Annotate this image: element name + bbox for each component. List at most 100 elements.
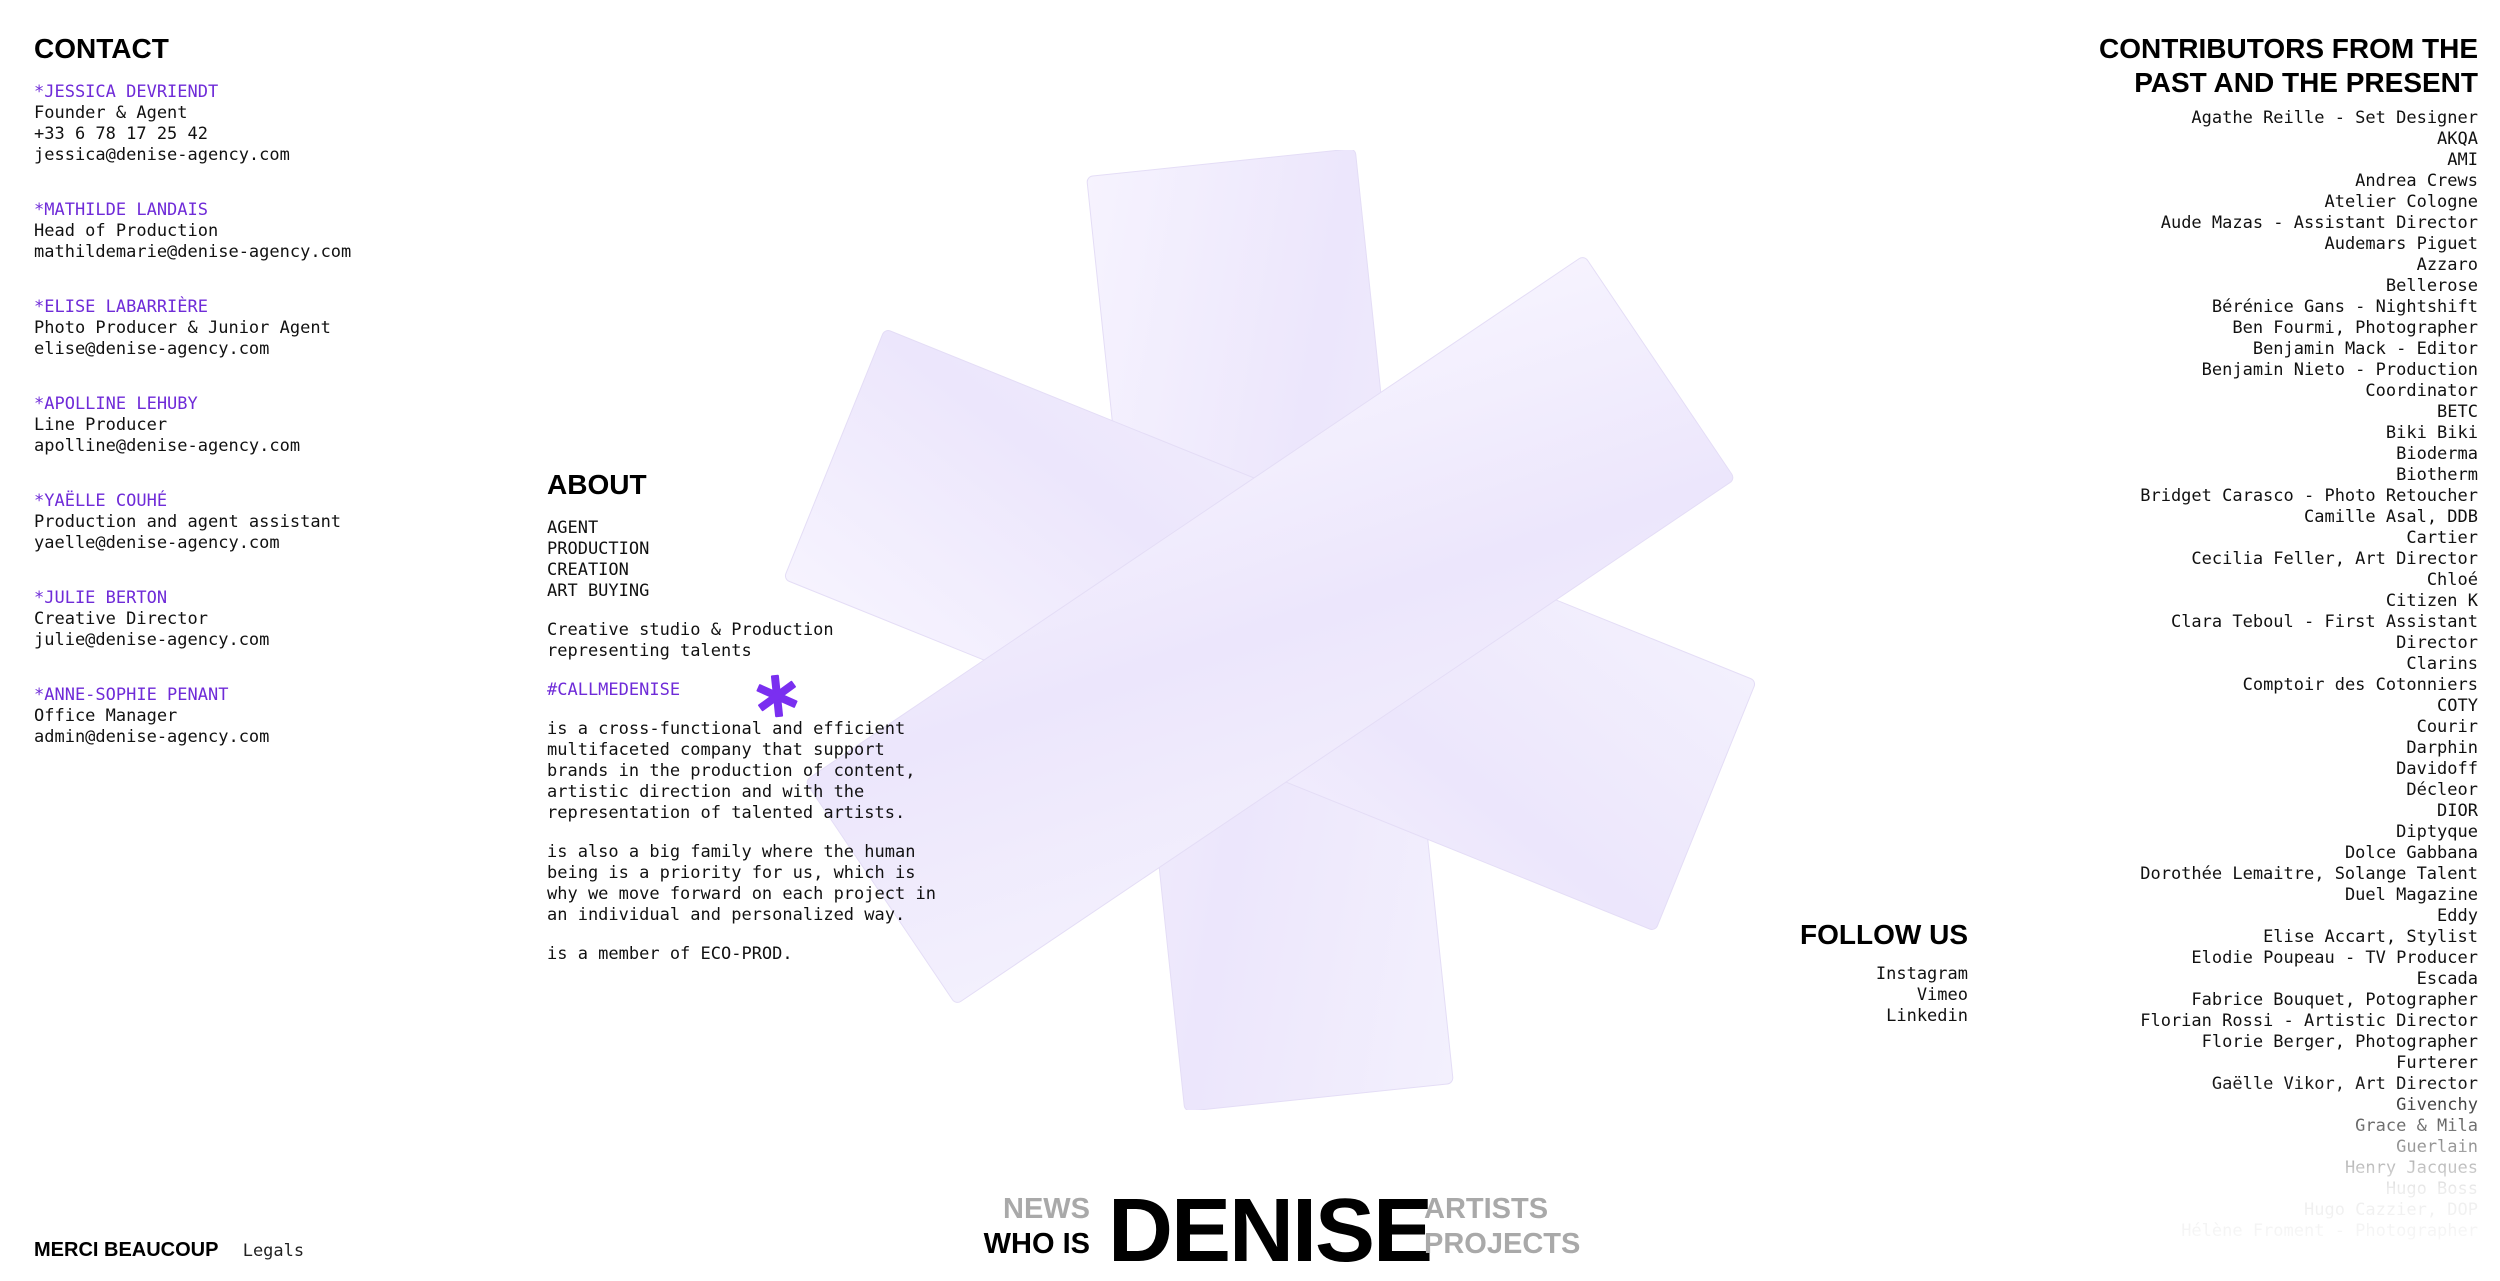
contributor-item: Atelier Cologne xyxy=(2324,192,2478,212)
legals-link[interactable]: Legals xyxy=(243,1241,304,1261)
about-line: being is a priority for us, which is xyxy=(547,863,916,883)
contact-email[interactable]: yaelle@denise-agency.com xyxy=(34,533,454,554)
contact-name: *ELISE LABARRIÈRE xyxy=(34,297,208,317)
footer: MERCI BEAUCOUP Legals xyxy=(34,1240,304,1262)
contributor-item: Bioderma xyxy=(2396,444,2478,464)
contributor-item: Ben Fourmi, Photographer xyxy=(2232,318,2478,338)
about-paragraph: is a member of ECO-PROD. xyxy=(547,944,967,965)
social-link[interactable]: Vimeo xyxy=(1800,985,1968,1006)
contributor-item: AKQA xyxy=(2437,129,2478,149)
social-link[interactable]: Linkedin xyxy=(1800,1006,1968,1027)
contributors-heading-line2: PAST AND THE PRESENT xyxy=(2134,67,2478,98)
contributor-item: Aude Mazas - Assistant Director xyxy=(2160,213,2478,233)
contributor-item: Clara Teboul - First Assistant xyxy=(2170,612,2478,632)
about-line: artistic direction and with the xyxy=(547,782,865,802)
social-link[interactable]: Instagram xyxy=(1800,964,1968,985)
about-paragraphs: is a cross-functional and efficient multi… xyxy=(547,719,967,965)
contributors-heading: CONTRIBUTORS FROM THE PAST AND THE PRESE… xyxy=(2018,32,2478,100)
about-heading: ABOUT xyxy=(547,469,647,500)
nav-artists[interactable]: ARTISTS xyxy=(1424,1192,1580,1227)
about-section: ABOUT AGENT PRODUCTION CREATION ART BUYING … xyxy=(547,468,967,983)
contributor-item: Escada xyxy=(2416,969,2478,989)
contact-heading: CONTACT xyxy=(34,33,169,64)
service-item: PRODUCTION xyxy=(547,539,650,559)
contact-email[interactable]: apolline@denise-agency.com xyxy=(34,436,454,457)
contributor-item: Benjamin Mack - Editor xyxy=(2252,339,2478,359)
contributor-item: COTY xyxy=(2437,696,2478,716)
contributor-item: Chloé xyxy=(2426,570,2478,590)
service-item: CREATION xyxy=(547,560,629,580)
nav-left: NEWS WHO IS xyxy=(984,1192,1090,1262)
contact-email[interactable]: mathildemarie@denise-agency.com xyxy=(34,242,454,263)
credits-link[interactable]: MERCI BEAUCOUP xyxy=(34,1239,218,1261)
follow-section: FOLLOW US Instagram Vimeo Linkedin xyxy=(1800,918,1968,1027)
contact-role: Creative Director xyxy=(34,609,208,629)
contributor-item: Audemars Piguet xyxy=(2324,234,2478,254)
contributor-item: Camille Asal, DDB xyxy=(2304,507,2478,527)
contact-person: *ANNE-SOPHIE PENANT Office Manager admin@d… xyxy=(34,685,454,748)
contributor-item: Florie Berger, Photographer xyxy=(2201,1032,2478,1052)
contact-person: *JESSICA DEVRIENDT Founder & Agent +33 6 7… xyxy=(34,82,454,166)
contact-person: *APOLLINE LEHUBY Line Producer apolline@de… xyxy=(34,394,454,457)
contact-role: Office Manager xyxy=(34,706,178,726)
nav-who-is[interactable]: WHO IS xyxy=(984,1227,1090,1262)
contributor-item: Comptoir des Cotonniers xyxy=(2242,675,2478,695)
about-line: representation of talented artists. xyxy=(547,803,906,823)
about-tagline: Creative studio & Production representing… xyxy=(547,620,967,662)
contact-role: Line Producer xyxy=(34,415,168,435)
contributor-item: DIOR xyxy=(2437,801,2478,821)
contact-email[interactable]: elise@denise-agency.com xyxy=(34,339,454,360)
contact-role: Founder & Agent xyxy=(34,103,188,123)
contributor-item: Elodie Poupeau - TV Producer xyxy=(2191,948,2478,968)
nav-projects[interactable]: PROJECTS xyxy=(1424,1227,1580,1262)
contact-name: *JULIE BERTON xyxy=(34,588,168,608)
tagline-line: Creative studio & Production xyxy=(547,620,834,640)
contributor-item: Cecilia Feller, Art Director xyxy=(2191,549,2478,569)
contributor-item: Director xyxy=(2396,633,2478,653)
contributor-item: AMI xyxy=(2447,150,2478,170)
contributor-item: Furterer xyxy=(2396,1053,2478,1073)
about-paragraph: is also a big family where the human bein… xyxy=(547,842,967,926)
contact-name: *ANNE-SOPHIE PENANT xyxy=(34,685,229,705)
contact-section: CONTACT *JESSICA DEVRIENDT Founder & Agen… xyxy=(34,32,454,782)
contributor-item: Bérénice Gans - Nightshift xyxy=(2211,297,2478,317)
contributor-item: Elise Accart, Stylist xyxy=(2263,927,2478,947)
about-line: why we move forward on each project in xyxy=(547,884,936,904)
contributor-item: Décleor xyxy=(2406,780,2478,800)
contributor-item: Clarins xyxy=(2406,654,2478,674)
contact-email[interactable]: julie@denise-agency.com xyxy=(34,630,454,651)
about-line: is also a big family where the human xyxy=(547,842,916,862)
nav-right: ARTISTS PROJECTS xyxy=(1424,1192,1580,1262)
contact-phone[interactable]: +33 6 78 17 25 42 xyxy=(34,124,454,145)
contact-email[interactable]: jessica@denise-agency.com xyxy=(34,145,454,166)
contact-name: *JESSICA DEVRIENDT xyxy=(34,82,219,102)
about-line: an individual and personalized way. xyxy=(547,905,906,925)
about-line: multifaceted company that support xyxy=(547,740,885,760)
contributor-item: Dolce Gabbana xyxy=(2344,843,2478,863)
contributors-list: Agathe Reille - Set Designer AKQA AMI Andre… xyxy=(2018,108,2478,1242)
contact-role: Photo Producer & Junior Agent xyxy=(34,318,331,338)
contact-list: *JESSICA DEVRIENDT Founder & Agent +33 6 7… xyxy=(34,82,454,748)
contributors-section: CONTRIBUTORS FROM THE PAST AND THE PRESE… xyxy=(2018,32,2478,1242)
asterisk-icon xyxy=(756,674,798,718)
contributors-fade-overlay xyxy=(1980,1079,2500,1279)
contributor-item: Eddy xyxy=(2437,906,2478,926)
contributor-item: Azzaro xyxy=(2416,255,2478,275)
contributor-item: Biotherm xyxy=(2396,465,2478,485)
contributor-item: Bellerose xyxy=(2385,276,2478,296)
contributor-item: Fabrice Bouquet, Potographer xyxy=(2191,990,2478,1010)
contact-person: *YAËLLE COUHÉ Production and agent assist… xyxy=(34,491,454,554)
about-paragraph: is a cross-functional and efficient multi… xyxy=(547,719,967,824)
contributor-item: Courir xyxy=(2416,717,2478,737)
contributor-item: Davidoff xyxy=(2396,759,2478,779)
denise-logo[interactable]: DENISE xyxy=(1108,1183,1433,1279)
contact-name: *APOLLINE LEHUBY xyxy=(34,394,198,414)
contributor-item: Diptyque xyxy=(2396,822,2478,842)
contributor-item: Coordinator xyxy=(2365,381,2478,401)
contact-email[interactable]: admin@denise-agency.com xyxy=(34,727,454,748)
tagline-line: representing talents xyxy=(547,641,752,661)
about-line: is a cross-functional and efficient xyxy=(547,719,906,739)
contributor-item: Biki Biki xyxy=(2385,423,2478,443)
contact-name: *MATHILDE LANDAIS xyxy=(34,200,208,220)
nav-news[interactable]: NEWS xyxy=(984,1192,1090,1227)
